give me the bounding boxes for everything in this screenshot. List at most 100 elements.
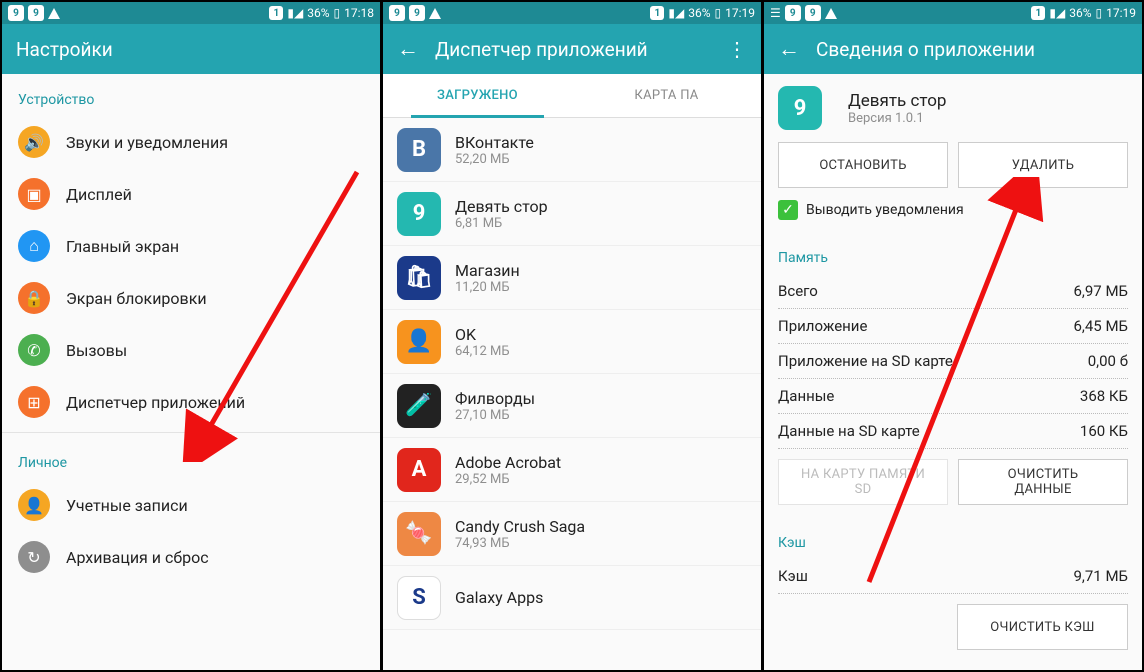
tab-downloaded[interactable]: ЗАГРУЖЕНО: [383, 74, 572, 117]
memory-key: Всего: [778, 282, 818, 300]
memory-value: 160 КБ: [1080, 422, 1128, 440]
memory-row: Приложение на SD карте0,00 б: [778, 344, 1128, 379]
titlebar: ← Сведения о приложении: [764, 24, 1142, 74]
statusbar: 9 9 1 ▮◢ 36% ▯ 17:19: [383, 2, 761, 24]
app-name: Galaxy Apps: [455, 588, 543, 607]
device-item[interactable]: ⊞Диспетчер приложений: [2, 376, 380, 428]
battery-text: 36%: [307, 6, 329, 20]
app-icon: 👤: [397, 320, 441, 364]
memory-key: Данные: [778, 387, 834, 405]
memory-value: 6,45 МБ: [1073, 317, 1128, 335]
stop-button[interactable]: ОСТАНОВИТЬ: [778, 142, 948, 188]
statusbar-app-icon: 9: [8, 5, 24, 21]
app-version: Версия 1.0.1: [848, 111, 946, 126]
section-device: Устройство: [2, 74, 380, 116]
device-item[interactable]: 🔊Звуки и уведомления: [2, 116, 380, 168]
back-icon[interactable]: ←: [397, 36, 419, 62]
sim-icon: 1: [650, 6, 664, 20]
screen-app-info: ☰ 9 9 1 ▮◢ 36% ▯ 17:19 ← Сведения о прил…: [764, 2, 1142, 670]
memory-row: Всего 6,97 МБ: [778, 274, 1128, 309]
memory-value: 368 КБ: [1080, 387, 1128, 405]
warning-icon: [48, 8, 60, 19]
app-row[interactable]: S Galaxy Apps: [383, 566, 761, 630]
settings-label: Учетные записи: [66, 496, 188, 515]
app-size: 29,52 МБ: [455, 472, 561, 487]
app-row[interactable]: 🛍Магазин11,20 МБ: [383, 246, 761, 310]
app-size: 11,20 МБ: [455, 280, 520, 295]
settings-label: Вызовы: [66, 341, 127, 360]
titlebar: ← Диспетчер приложений ⋮: [383, 24, 761, 74]
app-name: Девять стор: [455, 197, 548, 216]
app-icon: A: [397, 448, 441, 492]
statusbar: 9 9 1 ▮◢ 36% ▯ 17:18: [2, 2, 380, 24]
sim-icon: 1: [269, 6, 283, 20]
memory-key: Приложение: [778, 317, 867, 335]
app-name: Девять стор: [848, 91, 946, 111]
app-size: 27,10 МБ: [455, 408, 535, 423]
memory-row: Приложение 6,45 МБ: [778, 309, 1128, 344]
memory-value: 6,97 МБ: [1073, 282, 1128, 300]
clear-data-button[interactable]: ОЧИСТИТЬ ДАННЫЕ: [958, 459, 1128, 505]
warning-icon: [825, 8, 837, 19]
app-name: OK: [455, 325, 510, 344]
battery-icon: ▯: [334, 6, 341, 20]
statusbar-app-icon: 9: [409, 5, 425, 21]
app-icon: 9: [397, 192, 441, 236]
settings-label: Звуки и уведомления: [66, 133, 228, 152]
app-row[interactable]: 🧪Филворды27,10 МБ: [383, 374, 761, 438]
device-item[interactable]: ⌂Главный экран: [2, 220, 380, 272]
signal-icon: ▮◢: [1049, 6, 1065, 20]
app-icon: 🛍: [397, 256, 441, 300]
battery-text: 36%: [1069, 6, 1091, 20]
statusbar-app-icon: 9: [389, 5, 405, 21]
settings-label: Архивация и сброс: [66, 548, 209, 567]
app-row[interactable]: AAdobe Acrobat29,52 МБ: [383, 438, 761, 502]
titlebar: Настройки: [2, 24, 380, 74]
app-icon: S: [397, 576, 441, 620]
app-name: ВКонтакте: [455, 133, 534, 152]
app-row[interactable]: 9 Девять стор6,81 МБ: [383, 182, 761, 246]
notifications-label: Выводить уведомления: [806, 202, 964, 218]
settings-label: Дисплей: [66, 185, 132, 204]
settings-icon: ↻: [18, 541, 50, 573]
uninstall-button[interactable]: УДАЛИТЬ: [958, 142, 1128, 188]
clock-text: 17:19: [1106, 6, 1136, 20]
cache-value: 9,71 МБ: [1073, 567, 1128, 585]
back-icon[interactable]: ←: [778, 36, 800, 62]
app-name: Филворды: [455, 389, 535, 408]
personal-item[interactable]: ↻ Архивация и сброс: [2, 531, 380, 583]
battery-icon: ▯: [1096, 6, 1103, 20]
battery-text: 36%: [688, 6, 710, 20]
tab-sd-card[interactable]: КАРТА ПА: [572, 74, 761, 117]
device-item[interactable]: 🔒Экран блокировки: [2, 272, 380, 324]
memory-row: Данные 368 КБ: [778, 379, 1128, 414]
settings-icon: ✆: [18, 334, 50, 366]
screen-app-manager: 9 9 1 ▮◢ 36% ▯ 17:19 ← Диспетчер приложе…: [383, 2, 761, 670]
notifications-checkbox[interactable]: ✓: [778, 200, 798, 220]
memory-row: Данные на SD карте160 КБ: [778, 414, 1128, 449]
app-size: 64,12 МБ: [455, 344, 510, 359]
clock-text: 17:19: [725, 6, 755, 20]
warning-icon: [429, 8, 441, 19]
device-item[interactable]: ▣Дисплей: [2, 168, 380, 220]
memory-value: 0,00 б: [1088, 352, 1128, 370]
app-icon: 9: [778, 86, 822, 130]
clear-cache-button[interactable]: ОЧИСТИТЬ КЭШ: [957, 604, 1128, 650]
app-row[interactable]: 🍬Candy Crush Saga74,93 МБ: [383, 502, 761, 566]
app-row[interactable]: ВВКонтакте52,20 МБ: [383, 118, 761, 182]
settings-icon: 👤: [18, 489, 50, 521]
app-name: Candy Crush Saga: [455, 517, 585, 536]
overflow-icon[interactable]: ⋮: [727, 37, 747, 61]
app-icon: В: [397, 128, 441, 172]
device-item[interactable]: ✆ Вызовы: [2, 324, 380, 376]
battery-icon: ▯: [715, 6, 722, 20]
app-row[interactable]: 👤 OK64,12 МБ: [383, 310, 761, 374]
statusbar: ☰ 9 9 1 ▮◢ 36% ▯ 17:19: [764, 2, 1142, 24]
move-to-sd-button: НА КАРТУ ПАМЯТИ SD: [778, 459, 948, 505]
tabs: ЗАГРУЖЕНО КАРТА ПА: [383, 74, 761, 118]
settings-icon: ⌂: [18, 230, 50, 262]
statusbar-app-icon: 9: [28, 5, 44, 21]
personal-item[interactable]: 👤 Учетные записи: [2, 479, 380, 531]
section-memory: Память: [778, 232, 1128, 274]
app-size: 6,81 МБ: [455, 216, 548, 231]
